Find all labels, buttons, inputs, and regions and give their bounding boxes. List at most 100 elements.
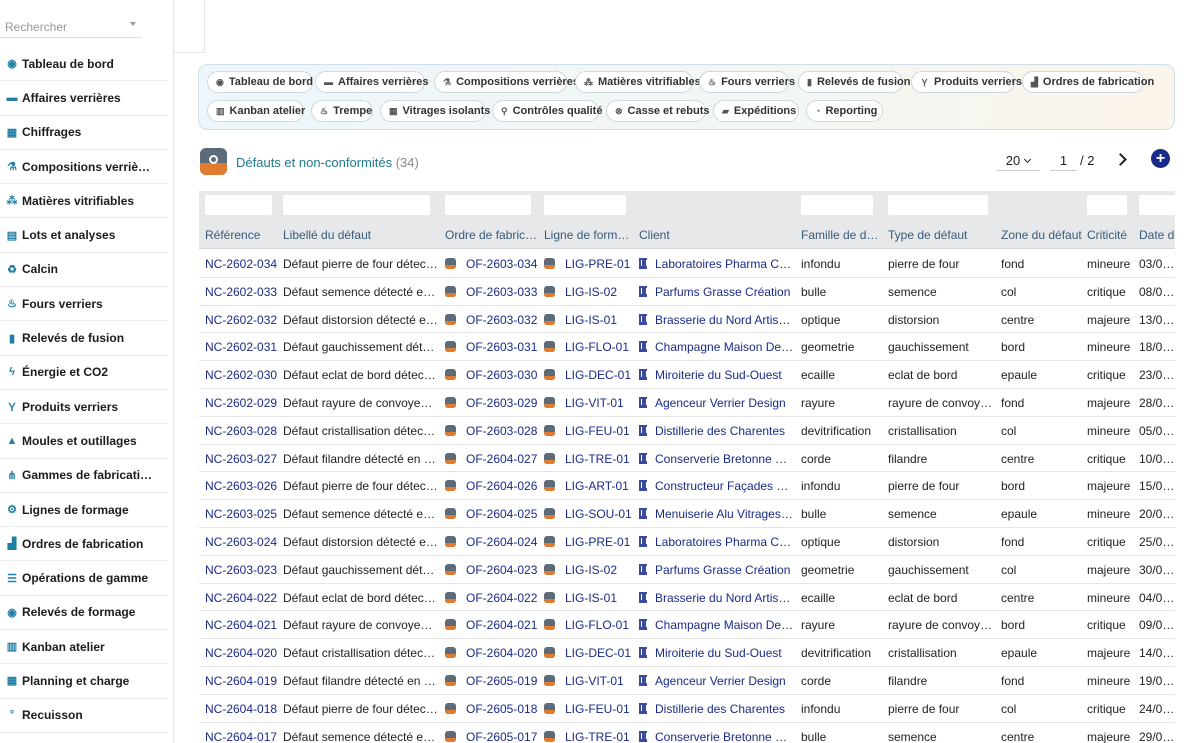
link-text[interactable]: OF-2603-031 — [466, 340, 537, 354]
column-filter-input[interactable] — [283, 195, 430, 215]
table-row[interactable]: NC-2603-028 Défaut cristallisation détect… — [199, 416, 1175, 445]
table-row[interactable]: NC-2602-033 Défaut semence détecté en … OF… — [199, 277, 1175, 306]
cell-order[interactable]: OF-2604-025 — [445, 507, 539, 521]
link-text[interactable]: LIG-VIT-01 — [565, 674, 624, 688]
cell-client[interactable]: Agenceur Verrier Design — [639, 674, 794, 688]
cell-line[interactable]: LIG-PRE-01 — [544, 535, 634, 549]
cell-line[interactable]: LIG-DEC-01 — [544, 646, 634, 660]
link-text[interactable]: LIG-IS-01 — [565, 313, 617, 327]
cell-line[interactable]: LIG-VIT-01 — [544, 396, 634, 410]
column-filter-input[interactable] — [445, 195, 531, 215]
link-text[interactable]: LIG-VIT-01 — [565, 396, 624, 410]
link-text[interactable]: OF-2604-023 — [466, 563, 537, 577]
link-text[interactable]: LIG-SOU-01 — [565, 507, 632, 521]
cell-reference[interactable]: NC-2604-020 — [205, 646, 280, 660]
cell-reference[interactable]: NC-2602-031 — [205, 340, 280, 354]
table-row[interactable]: NC-2603-024 Défaut distorsion détecté en…… — [199, 527, 1175, 556]
table-row[interactable]: NC-2604-021 Défaut rayure de convoyeur… OF… — [199, 611, 1175, 640]
shortcut-pill[interactable]: ▰ Expéditions — [713, 100, 799, 122]
cell-line[interactable]: LIG-FLO-01 — [544, 618, 634, 632]
page-number-input[interactable]: 1 — [1050, 151, 1077, 171]
cell-reference[interactable]: NC-2602-034 — [205, 257, 280, 271]
link-text[interactable]: OF-2604-021 — [466, 618, 537, 632]
link-text[interactable]: LIG-FEU-01 — [565, 424, 630, 438]
link-text[interactable]: LIG-TRE-01 — [565, 730, 630, 743]
link-text[interactable]: Laboratoires Pharma Ce… — [655, 535, 794, 549]
link-text[interactable]: OF-2604-027 — [466, 452, 537, 466]
shortcut-pill[interactable]: ♨ Fours verriers — [699, 71, 795, 93]
link-text[interactable]: OF-2604-026 — [466, 479, 537, 493]
cell-client[interactable]: Conserverie Bretonne M… — [639, 730, 794, 743]
sidebar-item[interactable]: ▬ Affaires verrières — [0, 81, 168, 116]
cell-order[interactable]: OF-2603-032 — [445, 313, 539, 327]
shortcut-pill[interactable]: ▟ Ordres de fabrication — [1022, 71, 1154, 93]
cell-client[interactable]: Constructeur Façades M… — [639, 479, 794, 493]
cell-order[interactable]: OF-2603-030 — [445, 368, 539, 382]
column-filter-input[interactable] — [888, 195, 988, 215]
link-text[interactable]: LIG-IS-02 — [565, 285, 617, 299]
link-text[interactable]: Champagne Maison Del… — [655, 340, 794, 354]
table-row[interactable]: NC-2604-017 Défaut semence détecté en … OF… — [199, 722, 1175, 743]
link-text[interactable]: LIG-FLO-01 — [565, 618, 629, 632]
cell-line[interactable]: LIG-SOU-01 — [544, 507, 634, 521]
caret-down-icon[interactable] — [130, 22, 136, 26]
cell-order[interactable]: OF-2605-018 — [445, 702, 539, 716]
table-row[interactable]: NC-2604-018 Défaut pierre de four détect…… — [199, 694, 1175, 723]
link-text[interactable]: OF-2603-029 — [466, 396, 537, 410]
cell-line[interactable]: LIG-PRE-01 — [544, 257, 634, 271]
table-row[interactable]: NC-2603-025 Défaut semence détecté en … OF… — [199, 500, 1175, 528]
cell-client[interactable]: Distillerie des Charentes — [639, 424, 794, 438]
cell-order[interactable]: OF-2604-027 — [445, 452, 539, 466]
cell-line[interactable]: LIG-DEC-01 — [544, 368, 634, 382]
cell-order[interactable]: OF-2603-028 — [445, 424, 539, 438]
cell-line[interactable]: LIG-FLO-01 — [544, 340, 634, 354]
link-text[interactable]: LIG-IS-01 — [565, 591, 617, 605]
sidebar-item[interactable]: ◉ Relevés de formage — [0, 596, 168, 631]
sidebar-item[interactable]: ♻ Calcin — [0, 253, 168, 288]
column-header[interactable]: Référence — [205, 228, 280, 242]
cell-reference[interactable]: NC-2604-018 — [205, 702, 280, 716]
cell-line[interactable]: LIG-VIT-01 — [544, 674, 634, 688]
column-filter-input[interactable] — [544, 195, 626, 215]
column-header[interactable]: Criticité — [1087, 228, 1135, 242]
shortcut-pill[interactable]: ♨ Trempe — [311, 100, 373, 122]
link-text[interactable]: Champagne Maison Del… — [655, 618, 794, 632]
sidebar-item[interactable]: ▦ Planning et charge — [0, 664, 168, 699]
cell-order[interactable]: OF-2603-031 — [445, 340, 539, 354]
column-header[interactable]: Ligne de form… — [544, 228, 634, 242]
link-text[interactable]: LIG-IS-02 — [565, 563, 617, 577]
cell-order[interactable]: OF-2603-033 — [445, 285, 539, 299]
column-header[interactable]: Client — [639, 228, 794, 242]
sidebar-item[interactable]: ▮ Relevés de fusion — [0, 321, 168, 356]
shortcut-pill[interactable]: ◔ Reporting — [806, 100, 883, 122]
cell-line[interactable]: LIG-IS-02 — [544, 563, 634, 577]
link-text[interactable]: LIG-PRE-01 — [565, 257, 630, 271]
link-text[interactable]: Miroiterie du Sud-Ouest — [655, 368, 782, 382]
link-text[interactable]: LIG-PRE-01 — [565, 535, 630, 549]
sidebar-item[interactable]: ▲ Moules et outillages — [0, 424, 168, 459]
link-text[interactable]: Conserverie Bretonne M… — [655, 452, 794, 466]
link-text[interactable]: Brasserie du Nord Artisa… — [655, 591, 794, 605]
search-select[interactable]: Rechercher — [0, 10, 142, 38]
cell-client[interactable]: Champagne Maison Del… — [639, 618, 794, 632]
shortcut-pill[interactable]: ⊗ Casse et rebuts — [606, 100, 709, 122]
table-row[interactable]: NC-2604-019 Défaut filandre détecté en c…… — [199, 666, 1175, 695]
sidebar-item[interactable]: Ｙ Produits verriers — [0, 390, 168, 425]
link-text[interactable]: OF-2603-034 — [466, 257, 537, 271]
table-row[interactable]: NC-2602-034 Défaut pierre de four détect…… — [199, 250, 1175, 278]
link-text[interactable]: OF-2604-022 — [466, 591, 537, 605]
cell-client[interactable]: Miroiterie du Sud-Ouest — [639, 646, 794, 660]
sidebar-item[interactable]: ° Recuisson — [0, 699, 168, 733]
link-text[interactable]: Conserverie Bretonne M… — [655, 730, 794, 743]
cell-order[interactable]: OF-2604-024 — [445, 535, 539, 549]
cell-order[interactable]: OF-2604-020 — [445, 646, 539, 660]
cell-order[interactable]: OF-2605-019 — [445, 674, 539, 688]
column-filter-input[interactable] — [205, 195, 272, 215]
link-text[interactable]: Menuiserie Alu Vitrages … — [655, 507, 794, 521]
table-row[interactable]: NC-2603-026 Défaut pierre de four détect…… — [199, 472, 1175, 501]
cell-reference[interactable]: NC-2603-026 — [205, 479, 280, 493]
cell-line[interactable]: LIG-IS-01 — [544, 591, 634, 605]
link-text[interactable]: LIG-DEC-01 — [565, 368, 631, 382]
link-text[interactable]: OF-2603-030 — [466, 368, 537, 382]
link-text[interactable]: LIG-FEU-01 — [565, 702, 630, 716]
